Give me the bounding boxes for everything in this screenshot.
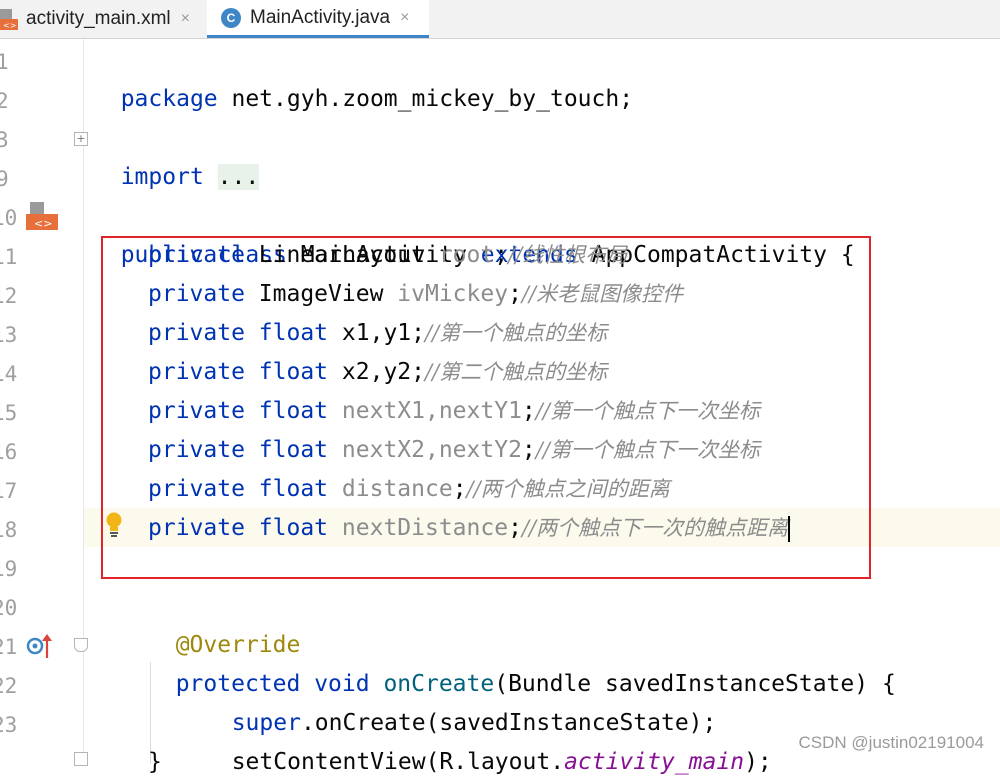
watermark: CSDN @justin02191004: [798, 733, 984, 752]
code-text: net.gyh.zoom_mickey_by_touch;: [217, 86, 634, 112]
fold-toggle-icon[interactable]: +: [74, 132, 88, 146]
code-text: setContentView(R.layout.: [231, 749, 565, 775]
folded-imports[interactable]: ...: [217, 164, 260, 190]
tab-mainactivity-java[interactable]: C MainActivity.java ×: [207, 0, 429, 38]
line-number: 23: [0, 713, 18, 737]
svg-text:<>: <>: [3, 21, 16, 30]
line-number: 13: [0, 323, 18, 347]
line-number: 11: [0, 245, 18, 269]
code-line[interactable]: super.onCreate(savedInstanceState);: [204, 665, 717, 736]
line-number: 15: [0, 401, 18, 425]
static-field: activity_main: [564, 749, 745, 775]
code-line[interactable]: @Override: [148, 587, 301, 658]
code-text: );: [744, 749, 772, 775]
code-line[interactable]: package net.gyh.zoom_mickey_by_touch;: [93, 41, 633, 112]
line-number: 1: [0, 50, 9, 74]
line-number: 19: [0, 557, 18, 581]
code-line[interactable]: }: [148, 743, 162, 782]
line-number: 22: [0, 674, 18, 698]
tab-label: activity_main.xml: [26, 8, 171, 29]
fold-toggle-icon[interactable]: [74, 638, 88, 652]
xml-file-icon: <>: [0, 9, 18, 30]
line-number: 14: [0, 362, 18, 386]
related-layout-icon[interactable]: <>: [26, 200, 58, 232]
code-text: }: [148, 749, 162, 775]
code-line[interactable]: protected void onCreate(Bundle savedInst…: [148, 626, 896, 697]
code-line[interactable]: public class MainActivity extends AppCom…: [93, 197, 855, 268]
line-number: 12: [0, 284, 18, 308]
line-number: 3: [0, 128, 9, 152]
editor-tab-bar: <> activity_main.xml × C MainActivity.ja…: [0, 0, 1000, 39]
close-icon[interactable]: ×: [400, 9, 409, 27]
line-number: 17: [0, 479, 18, 503]
code-line[interactable]: import ...: [93, 119, 260, 190]
keyword: package: [120, 86, 218, 112]
java-class-icon: C: [221, 7, 241, 28]
tab-activity-main-xml[interactable]: activity_main.xml ×: [26, 0, 206, 38]
close-icon[interactable]: ×: [181, 10, 190, 28]
keyword: import: [120, 164, 204, 190]
line-number: 18: [0, 518, 18, 542]
code-line[interactable]: setContentView(R.layout.activity_main);: [204, 704, 772, 775]
highlight-box: [101, 236, 871, 579]
line-number: 9: [0, 167, 9, 191]
line-number: 20: [0, 596, 18, 620]
override-method-icon[interactable]: [26, 632, 54, 660]
svg-text:<>: <>: [34, 217, 52, 230]
line-number: 2: [0, 89, 9, 113]
tab-label: MainActivity.java: [250, 6, 391, 28]
line-number: 16: [0, 440, 18, 464]
line-number: 10: [0, 206, 18, 230]
line-number: 21: [0, 635, 18, 659]
